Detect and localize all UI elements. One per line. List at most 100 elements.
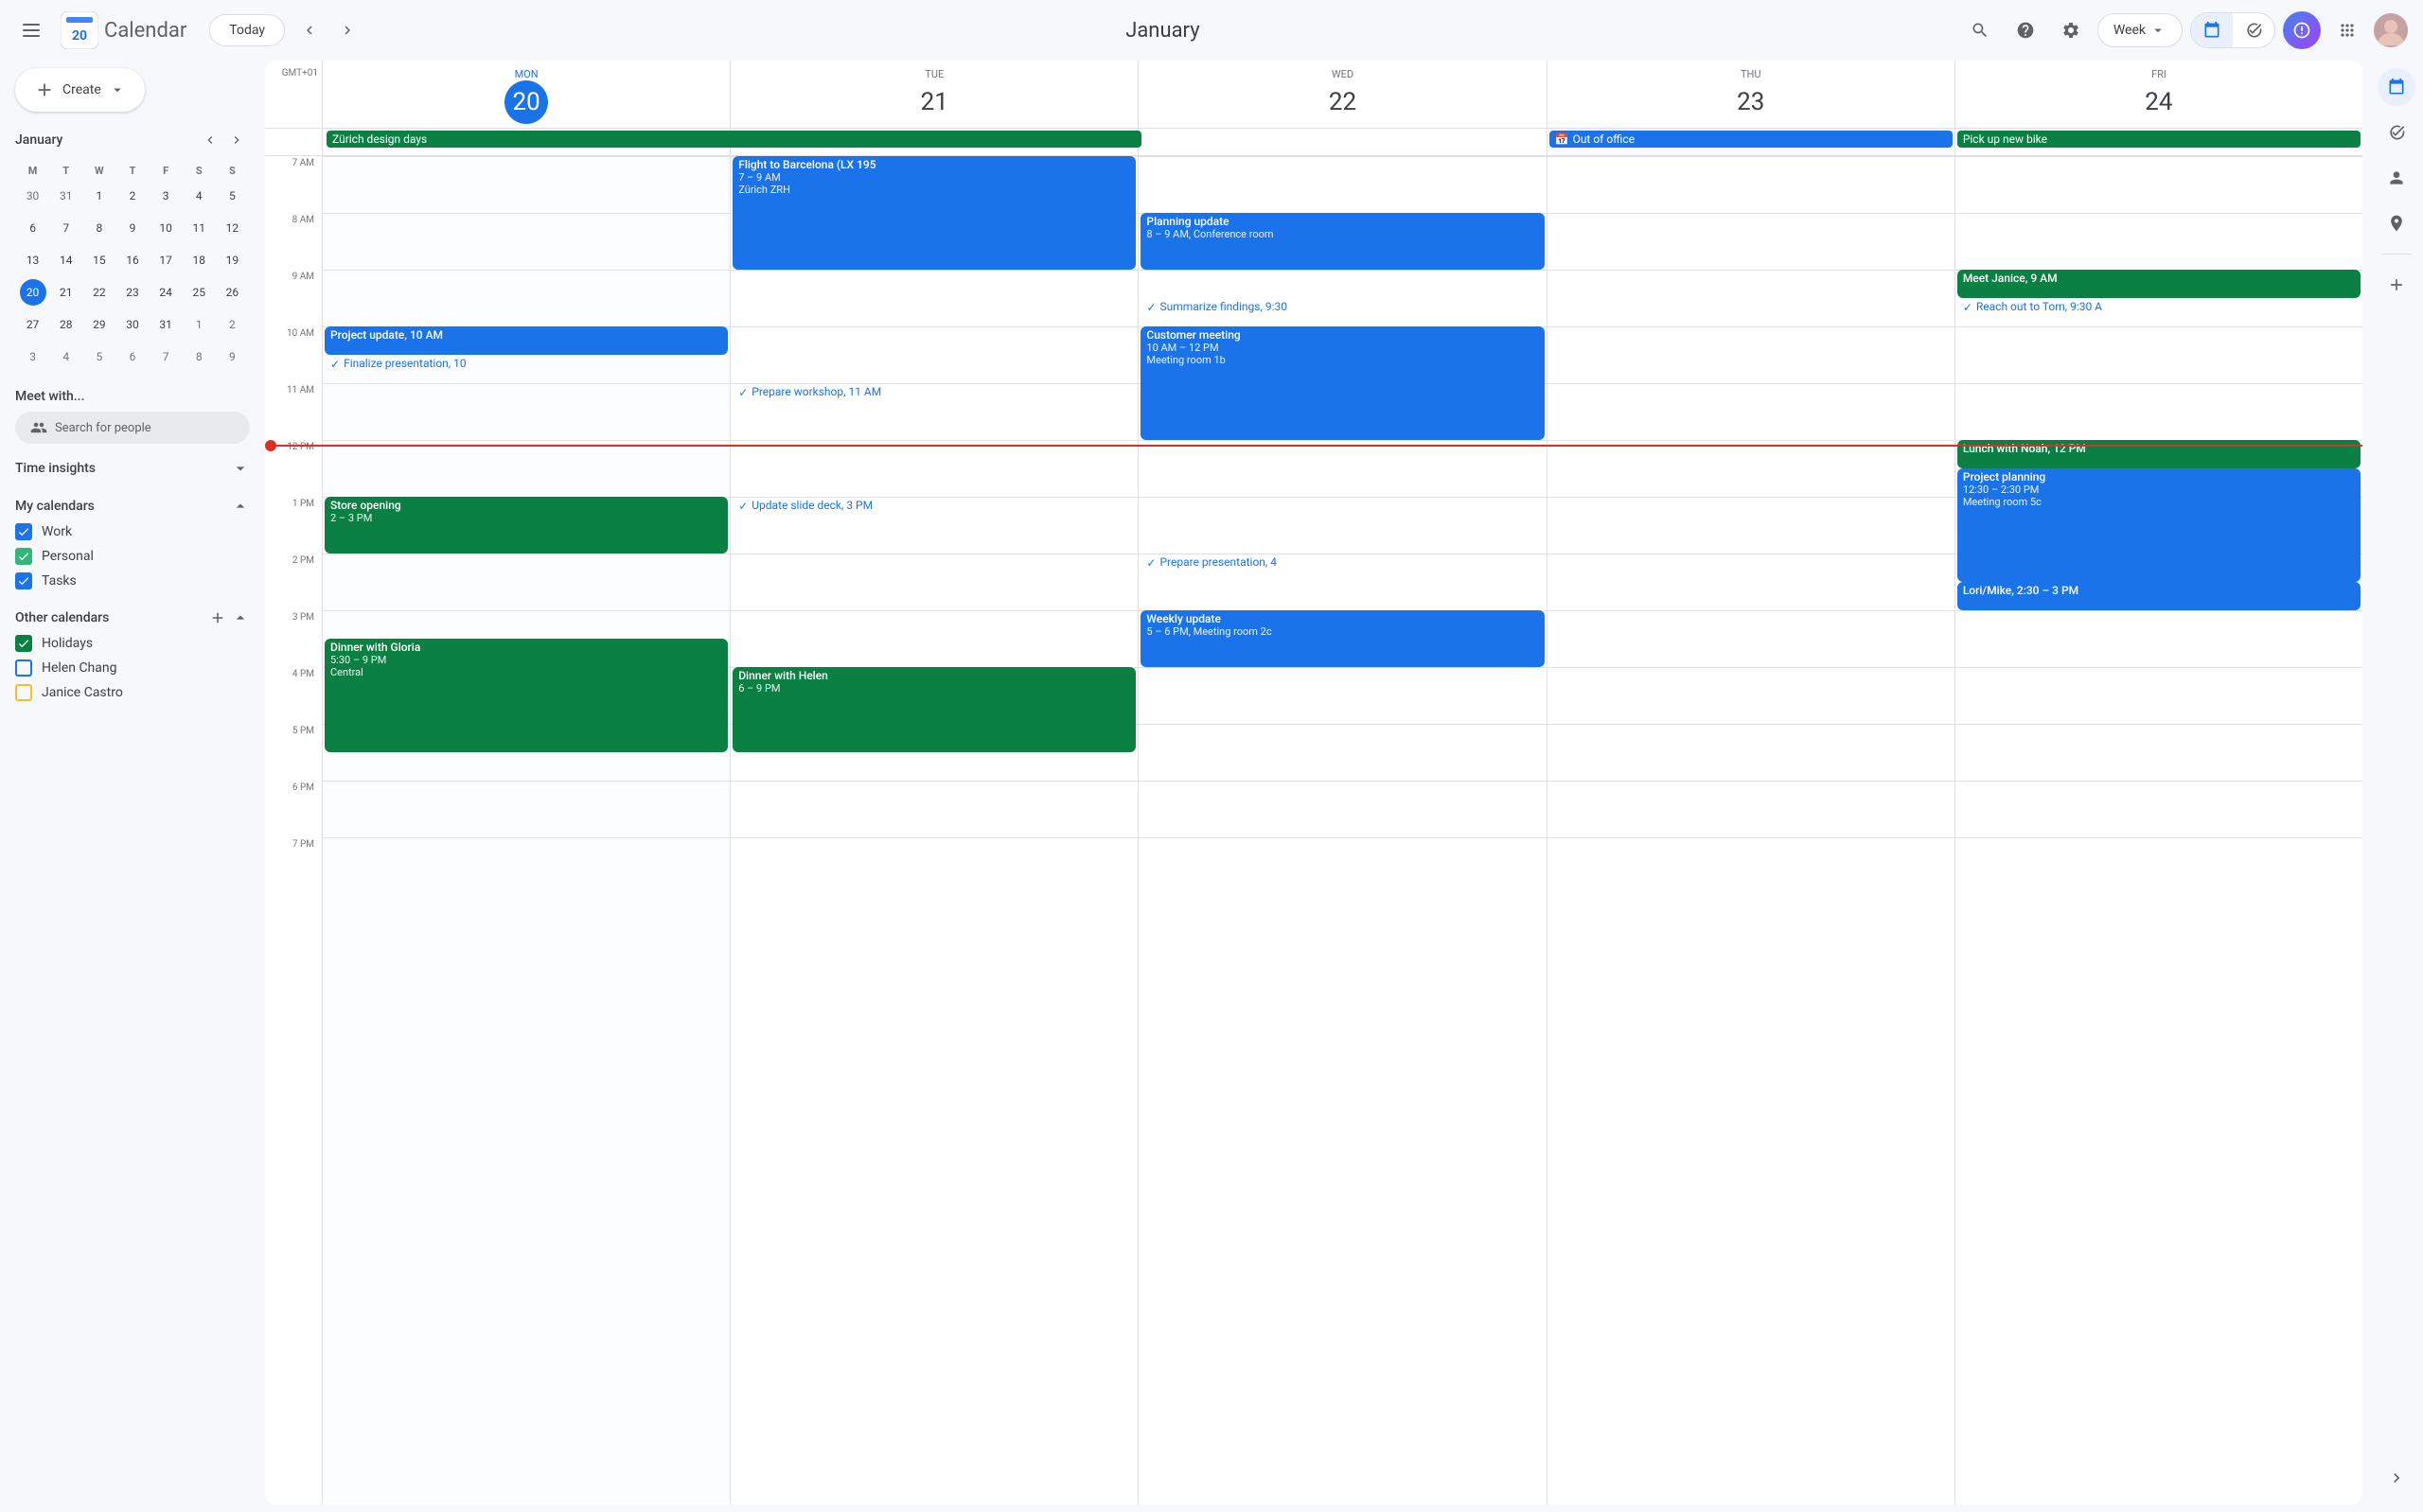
calendar-view-btn[interactable] [2191, 13, 2233, 47]
user-avatar[interactable] [2374, 13, 2408, 47]
mini-cal-day[interactable]: 3 [17, 342, 48, 372]
mini-cal-day[interactable]: 19 [217, 245, 248, 275]
day-col-header[interactable]: MON 20 [322, 61, 730, 128]
mini-cal-prev[interactable] [197, 127, 223, 153]
tasks-view-btn[interactable] [2233, 13, 2274, 47]
day-col-header[interactable]: THU 23 [1547, 61, 1954, 128]
mini-cal-day[interactable]: 9 [116, 213, 148, 243]
mini-cal-day[interactable]: 4 [184, 181, 215, 211]
mini-cal-day[interactable]: 14 [50, 245, 81, 275]
event-block[interactable]: Weekly update5 – 6 PM, Meeting room 2c [1141, 610, 1544, 667]
other-calendar-item[interactable]: Helen Chang [15, 656, 250, 680]
mini-cal-day[interactable]: 18 [184, 245, 215, 275]
mini-cal-day[interactable]: 27 [17, 309, 48, 340]
mini-cal-day[interactable]: 12 [217, 213, 248, 243]
day-col-header[interactable]: TUE 21 [730, 61, 1138, 128]
grid-col[interactable] [1547, 156, 1954, 1504]
help-button[interactable] [2007, 11, 2044, 49]
right-expand-icon[interactable] [2378, 1459, 2415, 1497]
allday-event[interactable]: Pick up new bike [1957, 131, 2361, 148]
mini-cal-day[interactable]: 5 [217, 181, 248, 211]
mini-cal-day[interactable]: 23 [116, 277, 148, 308]
event-block[interactable]: Dinner with Gloria5:30 – 9 PMCentral [325, 639, 728, 752]
mini-cal-day[interactable]: 24 [150, 277, 182, 308]
allday-event[interactable]: Zürich design days [327, 131, 1141, 148]
mini-cal-day[interactable]: 30 [17, 181, 48, 211]
mini-cal-day[interactable]: 13 [17, 245, 48, 275]
mini-cal-day[interactable]: 11 [184, 213, 215, 243]
mini-cal-day[interactable]: 3 [150, 181, 182, 211]
apps-button[interactable] [2328, 11, 2366, 49]
event-block[interactable]: Customer meeting10 AM – 12 PMMeeting roo… [1141, 326, 1544, 440]
right-tasks-icon[interactable] [2378, 114, 2415, 151]
mini-cal-day[interactable]: 4 [50, 342, 81, 372]
allday-cell[interactable] [1138, 129, 1546, 155]
mini-cal-day[interactable]: 7 [150, 342, 182, 372]
mini-cal-day[interactable]: 17 [150, 245, 182, 275]
menu-icon[interactable] [15, 11, 53, 49]
mini-cal-day[interactable]: 10 [150, 213, 182, 243]
event-block[interactable]: Lunch with Noah, 12 PM [1957, 440, 2361, 468]
today-button[interactable]: Today [209, 14, 285, 46]
event-block[interactable]: ✓Finalize presentation, 10 [325, 355, 728, 383]
day-col-header[interactable]: WED 22 [1138, 61, 1546, 128]
other-calendars-header[interactable]: Other calendars [15, 607, 204, 629]
allday-cell[interactable]: Zürich design days [322, 129, 730, 155]
grid-col[interactable]: Flight to Barcelona (LX 1957 – 9 AMZüric… [730, 156, 1138, 1504]
event-block[interactable]: Dinner with Helen6 – 9 PM [733, 667, 1136, 752]
mini-cal-day[interactable]: 30 [116, 309, 148, 340]
settings-button[interactable] [2052, 11, 2090, 49]
mini-cal-day[interactable]: 22 [83, 277, 115, 308]
mini-cal-day[interactable]: 21 [50, 277, 81, 308]
mini-cal-day[interactable]: 6 [17, 213, 48, 243]
week-view-button[interactable]: Week [2097, 13, 2183, 47]
gemini-button[interactable] [2283, 11, 2321, 49]
mini-cal-day[interactable]: 29 [83, 309, 115, 340]
grid-col[interactable]: Planning update8 – 9 AM, Conference room… [1138, 156, 1546, 1504]
event-block[interactable]: ✓Summarize findings, 9:30 [1141, 298, 1544, 326]
mini-cal-day[interactable]: 28 [50, 309, 81, 340]
my-calendar-item[interactable]: Work [15, 519, 250, 544]
mini-cal-day[interactable]: 16 [116, 245, 148, 275]
mini-cal-day[interactable]: 2 [116, 181, 148, 211]
event-block[interactable]: Lori/Mike, 2:30 – 3 PM [1957, 582, 2361, 610]
event-block[interactable]: Planning update8 – 9 AM, Conference room [1141, 213, 1544, 270]
mini-cal-day[interactable]: 6 [116, 342, 148, 372]
create-button[interactable]: Create [15, 68, 145, 112]
add-other-calendar[interactable] [204, 605, 231, 631]
next-arrow[interactable] [330, 13, 364, 47]
right-contacts-icon[interactable] [2378, 159, 2415, 197]
mini-cal-day[interactable]: 1 [83, 181, 115, 211]
mini-cal-day[interactable]: 2 [217, 309, 248, 340]
day-col-header[interactable]: FRI 24 [1954, 61, 2362, 128]
mini-cal-day[interactable]: 31 [150, 309, 182, 340]
mini-cal-day[interactable]: 1 [184, 309, 215, 340]
allday-cell[interactable]: 📅Out of office [1547, 129, 1954, 155]
right-add-icon[interactable] [2378, 266, 2415, 304]
mini-cal-day[interactable]: 15 [83, 245, 115, 275]
mini-cal-day[interactable]: 26 [217, 277, 248, 308]
event-block[interactable]: Flight to Barcelona (LX 1957 – 9 AMZüric… [733, 156, 1136, 270]
mini-cal-day[interactable]: 8 [83, 213, 115, 243]
event-block[interactable]: Project planning12:30 – 2:30 PMMeeting r… [1957, 468, 2361, 582]
time-grid[interactable]: 7 AM8 AM9 AM10 AM11 AM12 PM1 PM2 PM3 PM4… [265, 156, 2362, 1504]
event-block[interactable]: Store opening2 – 3 PM [325, 497, 728, 554]
mini-cal-day[interactable]: 25 [184, 277, 215, 308]
search-button[interactable] [1961, 11, 1999, 49]
my-calendar-item[interactable]: Personal [15, 544, 250, 569]
time-insights-header[interactable]: Time insights [15, 455, 250, 482]
right-maps-icon[interactable] [2378, 204, 2415, 242]
grid-col[interactable]: Meet Janice, 9 AM✓Reach out to Tom, 9:30… [1954, 156, 2362, 1504]
prev-arrow[interactable] [292, 13, 327, 47]
mini-cal-day[interactable]: 8 [184, 342, 215, 372]
my-calendar-item[interactable]: Tasks [15, 569, 250, 593]
other-calendar-item[interactable]: Holidays [15, 631, 250, 656]
allday-cell[interactable]: Pick up new bike [1954, 129, 2362, 155]
mini-cal-day[interactable]: 7 [50, 213, 81, 243]
event-block[interactable]: Project update, 10 AM [325, 326, 728, 355]
right-calendar-icon[interactable] [2378, 68, 2415, 106]
allday-event[interactable]: 📅Out of office [1549, 131, 1953, 148]
event-block[interactable]: Meet Janice, 9 AM [1957, 270, 2361, 298]
mini-cal-next[interactable] [223, 127, 250, 153]
search-people[interactable]: Search for people [15, 412, 250, 444]
